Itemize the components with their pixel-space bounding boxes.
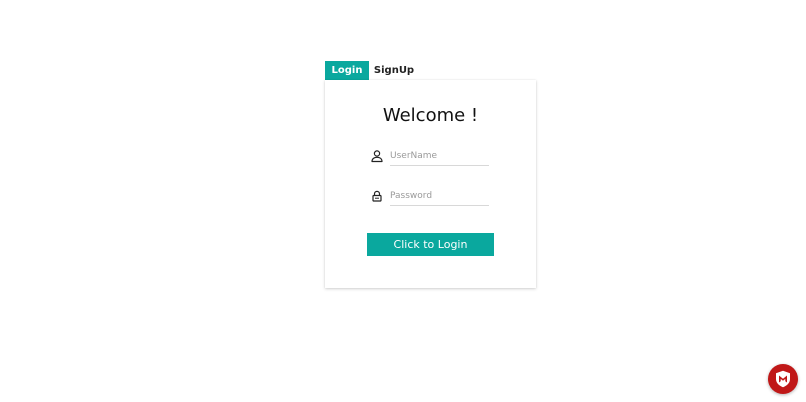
tab-login[interactable]: Login (325, 61, 369, 80)
page: Login SignUp Welcome ! Cl (0, 0, 806, 402)
lock-icon (370, 188, 384, 202)
password-input[interactable] (390, 186, 489, 206)
tab-signup[interactable]: SignUp (369, 61, 419, 80)
login-button[interactable]: Click to Login (367, 233, 494, 256)
login-card: Welcome ! Click to Login (325, 80, 536, 288)
username-input[interactable] (390, 146, 489, 166)
user-icon (370, 148, 384, 163)
welcome-title: Welcome ! (382, 105, 479, 126)
username-field (370, 146, 489, 166)
security-badge[interactable] (768, 364, 798, 394)
mcafee-shield-icon (776, 370, 790, 388)
password-field (370, 186, 489, 206)
